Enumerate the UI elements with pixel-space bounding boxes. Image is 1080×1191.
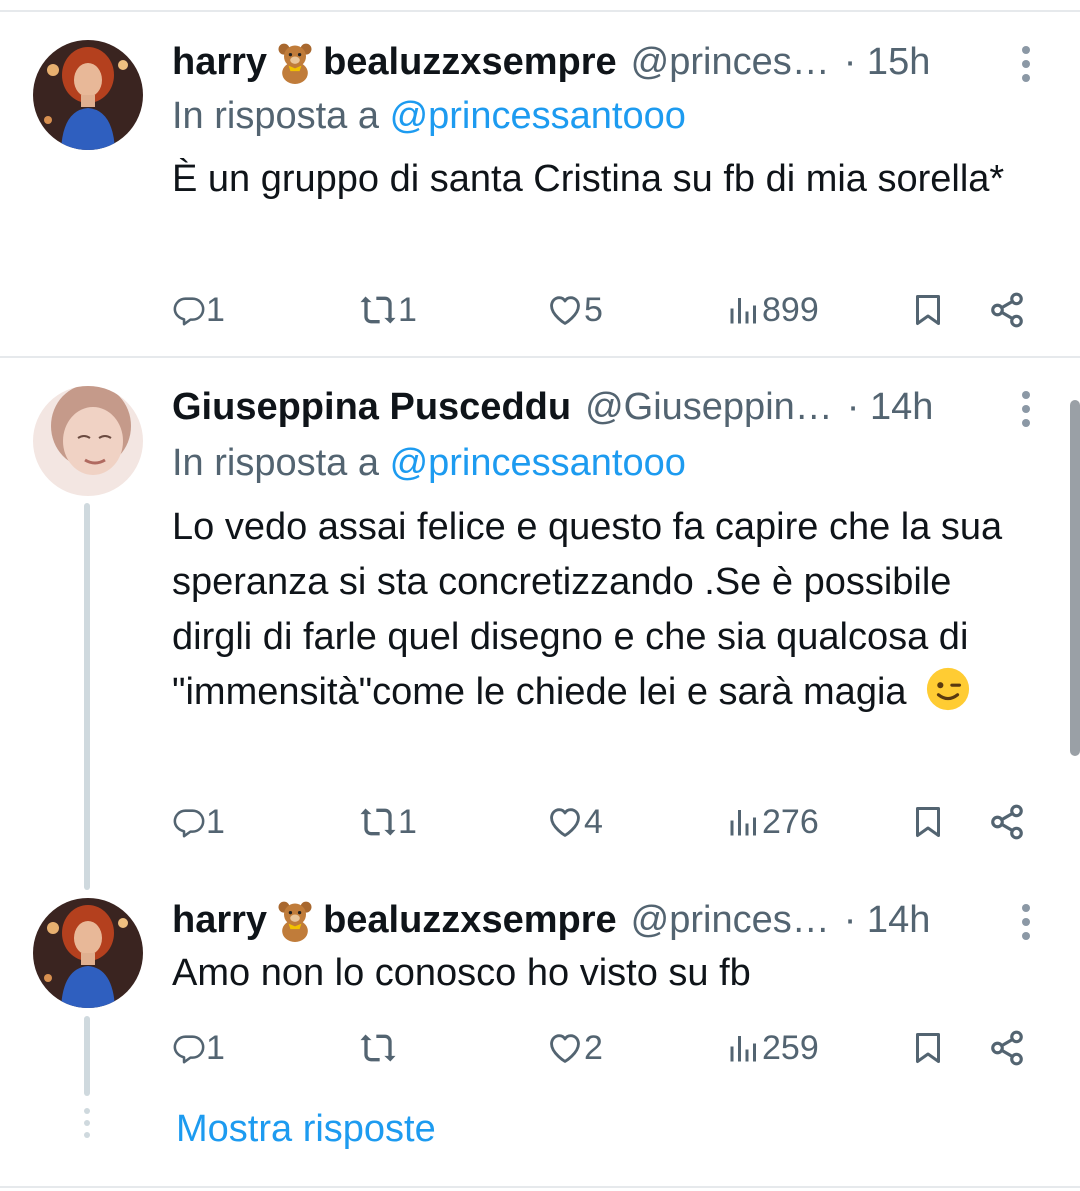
retweet-button[interactable]: 1 <box>358 797 417 847</box>
more-icon[interactable] <box>1022 46 1032 88</box>
reply-label: In risposta a <box>172 95 379 137</box>
reply-label: In risposta a <box>172 442 379 484</box>
avatar[interactable] <box>33 898 143 1008</box>
views-button[interactable]: 276 <box>726 797 819 847</box>
bookmark-icon <box>910 1030 946 1066</box>
display-name-part: harry <box>172 40 268 83</box>
retweet-count: 1 <box>398 290 417 329</box>
display-name-part: bealuzzxsempre <box>323 40 617 83</box>
tweet-header: Giuseppina Pusceddu @Giuseppin… · 14h <box>172 382 1040 432</box>
retweet-button[interactable] <box>358 1023 398 1073</box>
reply-icon <box>172 805 206 839</box>
retweet-icon <box>358 290 398 330</box>
bookmark-icon <box>910 804 946 840</box>
views-button[interactable]: 899 <box>726 285 819 335</box>
action-bar: 1 2 259 <box>172 1023 1032 1073</box>
views-count: 899 <box>762 290 819 329</box>
retweet-button[interactable]: 1 <box>358 285 417 335</box>
more-icon[interactable] <box>1022 904 1032 946</box>
tweet-text: Amo non lo conosco ho visto su fb <box>172 952 751 994</box>
like-button[interactable]: 2 <box>546 1023 603 1073</box>
reply-icon <box>172 1031 206 1065</box>
retweet-icon <box>358 802 398 842</box>
like-icon <box>546 803 584 841</box>
reply-context: In risposta a @princessantooo <box>172 95 686 138</box>
tweet-1[interactable]: harry bealuzzxsempre @princes… · 15h In … <box>0 0 1080 356</box>
share-button[interactable] <box>988 285 1026 335</box>
share-button[interactable] <box>988 1023 1026 1073</box>
handle[interactable]: @princes… <box>631 899 830 942</box>
views-icon <box>726 804 762 840</box>
tweet-3[interactable]: harry bealuzzxsempre @princes… · 14h Amo… <box>0 880 1080 1096</box>
like-icon <box>546 291 584 329</box>
tweet-2[interactable]: Giuseppina Pusceddu @Giuseppin… · 14h In… <box>0 360 1080 890</box>
like-count: 4 <box>584 802 603 841</box>
tweet-text-content: Lo vedo assai felice e questo fa capire … <box>172 506 1003 713</box>
avatar[interactable] <box>33 40 143 150</box>
handle[interactable]: @Giuseppin… <box>585 386 833 429</box>
reply-context: In risposta a @princessantooo <box>172 442 686 485</box>
views-icon <box>726 1030 762 1066</box>
views-count: 276 <box>762 802 819 841</box>
like-icon <box>546 1029 584 1067</box>
handle[interactable]: @princes… <box>631 41 830 84</box>
more-icon[interactable] <box>1022 391 1032 433</box>
bear-emoji-icon <box>273 40 317 84</box>
timestamp[interactable]: · 14h <box>847 386 934 429</box>
reply-mention-link[interactable]: @princessantooo <box>390 95 686 137</box>
display-name[interactable]: harry bealuzzxsempre <box>172 898 617 942</box>
retweet-icon <box>358 1028 398 1068</box>
avatar[interactable] <box>33 386 143 496</box>
reply-icon <box>172 293 206 327</box>
views-icon <box>726 292 762 328</box>
like-count: 2 <box>584 1028 603 1067</box>
timestamp[interactable]: · 15h <box>844 41 931 84</box>
bookmark-button[interactable] <box>910 797 946 847</box>
bookmark-icon <box>910 292 946 328</box>
bear-emoji-icon <box>273 898 317 942</box>
bookmark-button[interactable] <box>910 1023 946 1073</box>
reply-mention-link[interactable]: @princessantooo <box>390 442 686 484</box>
display-name[interactable]: Giuseppina Pusceddu <box>172 386 571 429</box>
tweet-header: harry bealuzzxsempre @princes… · 15h <box>172 37 1040 87</box>
thread-line <box>84 503 90 890</box>
share-button[interactable] <box>988 797 1026 847</box>
like-count: 5 <box>584 290 603 329</box>
like-button[interactable]: 4 <box>546 797 603 847</box>
tweet-text: È un gruppo di santa Cristina su fb di m… <box>172 158 1005 200</box>
display-name-part: harry <box>172 898 268 941</box>
thread-line <box>84 1016 90 1096</box>
tweet-header: harry bealuzzxsempre @princes… · 14h <box>172 895 1040 945</box>
tweet-text: Lo vedo assai felice e questo fa capire … <box>172 500 1032 720</box>
bottom-divider <box>0 1186 1080 1188</box>
reply-button[interactable]: 1 <box>172 1023 225 1073</box>
reply-count: 1 <box>206 1028 225 1067</box>
timestamp[interactable]: · 14h <box>844 899 931 942</box>
share-icon <box>988 1029 1026 1067</box>
like-button[interactable]: 5 <box>546 285 603 335</box>
show-replies-link[interactable]: Mostra risposte <box>176 1108 436 1151</box>
bookmark-button[interactable] <box>910 285 946 335</box>
reply-button[interactable]: 1 <box>172 285 225 335</box>
scrollbar[interactable] <box>1070 400 1080 756</box>
thread-dots <box>84 1108 92 1144</box>
reply-button[interactable]: 1 <box>172 797 225 847</box>
views-count: 259 <box>762 1028 819 1067</box>
share-icon <box>988 803 1026 841</box>
tweet-divider <box>0 356 1080 358</box>
action-bar: 1 1 5 899 <box>172 285 1032 335</box>
reply-count: 1 <box>206 290 225 329</box>
share-icon <box>988 291 1026 329</box>
retweet-count: 1 <box>398 802 417 841</box>
views-button[interactable]: 259 <box>726 1023 819 1073</box>
action-bar: 1 1 4 276 <box>172 797 1032 847</box>
reply-count: 1 <box>206 802 225 841</box>
display-name[interactable]: harry bealuzzxsempre <box>172 40 617 84</box>
wink-emoji-icon <box>927 667 970 711</box>
display-name-part: bealuzzxsempre <box>323 898 617 941</box>
